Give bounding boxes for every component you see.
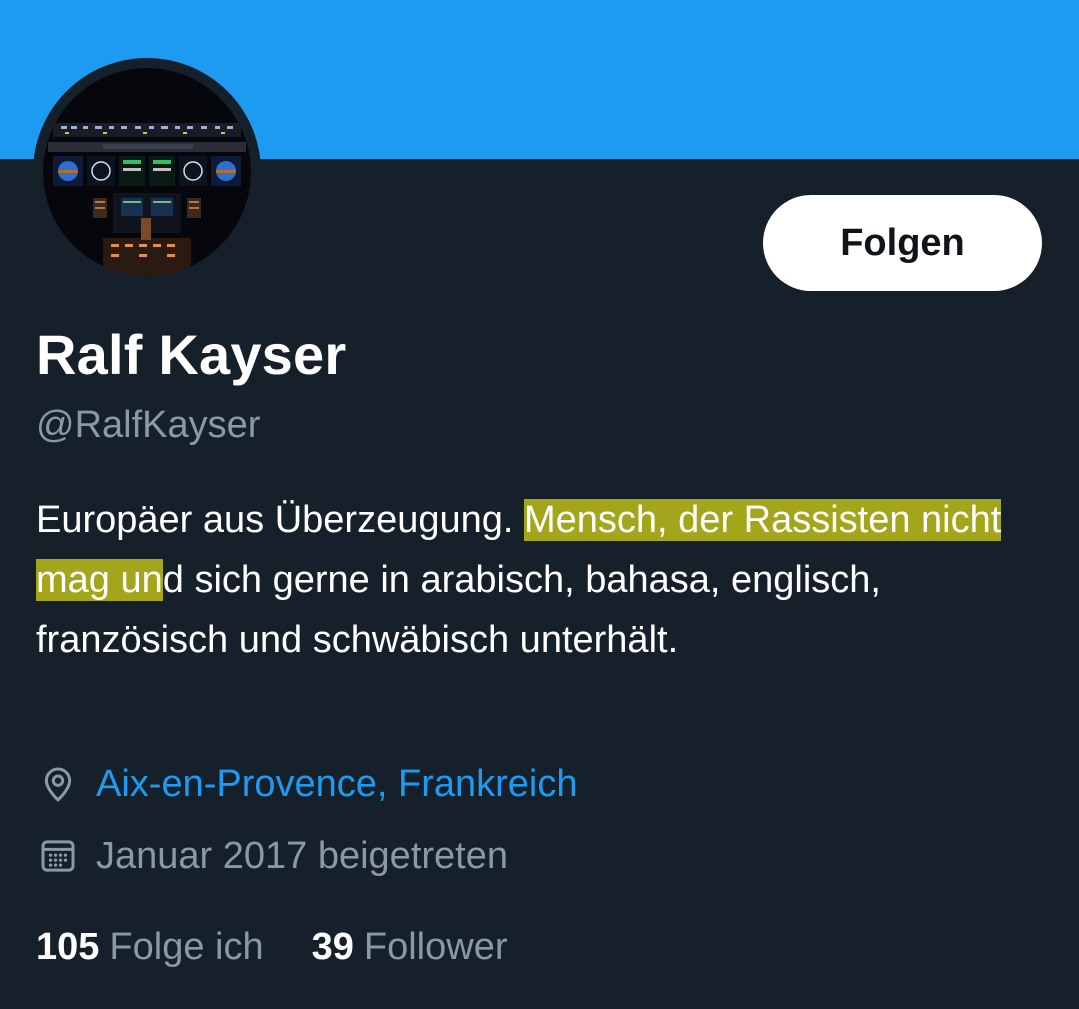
following-stat[interactable]: 105 Folge ich — [36, 926, 264, 969]
profile-avatar[interactable] — [33, 58, 261, 286]
profile-stats: 105 Folge ich 39 Follower — [36, 926, 556, 969]
calendar-icon — [36, 834, 80, 878]
followers-label: Follower — [363, 926, 508, 968]
display-name: Ralf Kayser — [36, 323, 347, 386]
follow-button[interactable]: Folgen — [763, 195, 1042, 291]
location-pin-icon — [36, 762, 80, 806]
following-label: Folge ich — [109, 926, 264, 968]
avatar-image — [43, 68, 251, 276]
joined-text: Januar 2017 beigetreten — [96, 834, 508, 877]
followers-count: 39 — [311, 926, 354, 968]
followers-stat[interactable]: 39 Follower — [312, 926, 508, 969]
user-handle: @RalfKayser — [36, 404, 261, 446]
location-link[interactable]: Aix-en-Provence, Frankreich — [96, 763, 578, 806]
profile-location: Aix-en-Provence, Frankreich — [36, 762, 578, 806]
bio-text-continued: d sich gerne in arabisch, bahasa, englis… — [36, 559, 881, 661]
following-count: 105 — [36, 926, 100, 968]
profile-bio: Europäer aus Überzeugung. Mensch, der Ra… — [36, 490, 1046, 670]
profile-joined-date: Januar 2017 beigetreten — [36, 834, 508, 878]
bio-text: Europäer aus Überzeugung. — [36, 499, 524, 541]
